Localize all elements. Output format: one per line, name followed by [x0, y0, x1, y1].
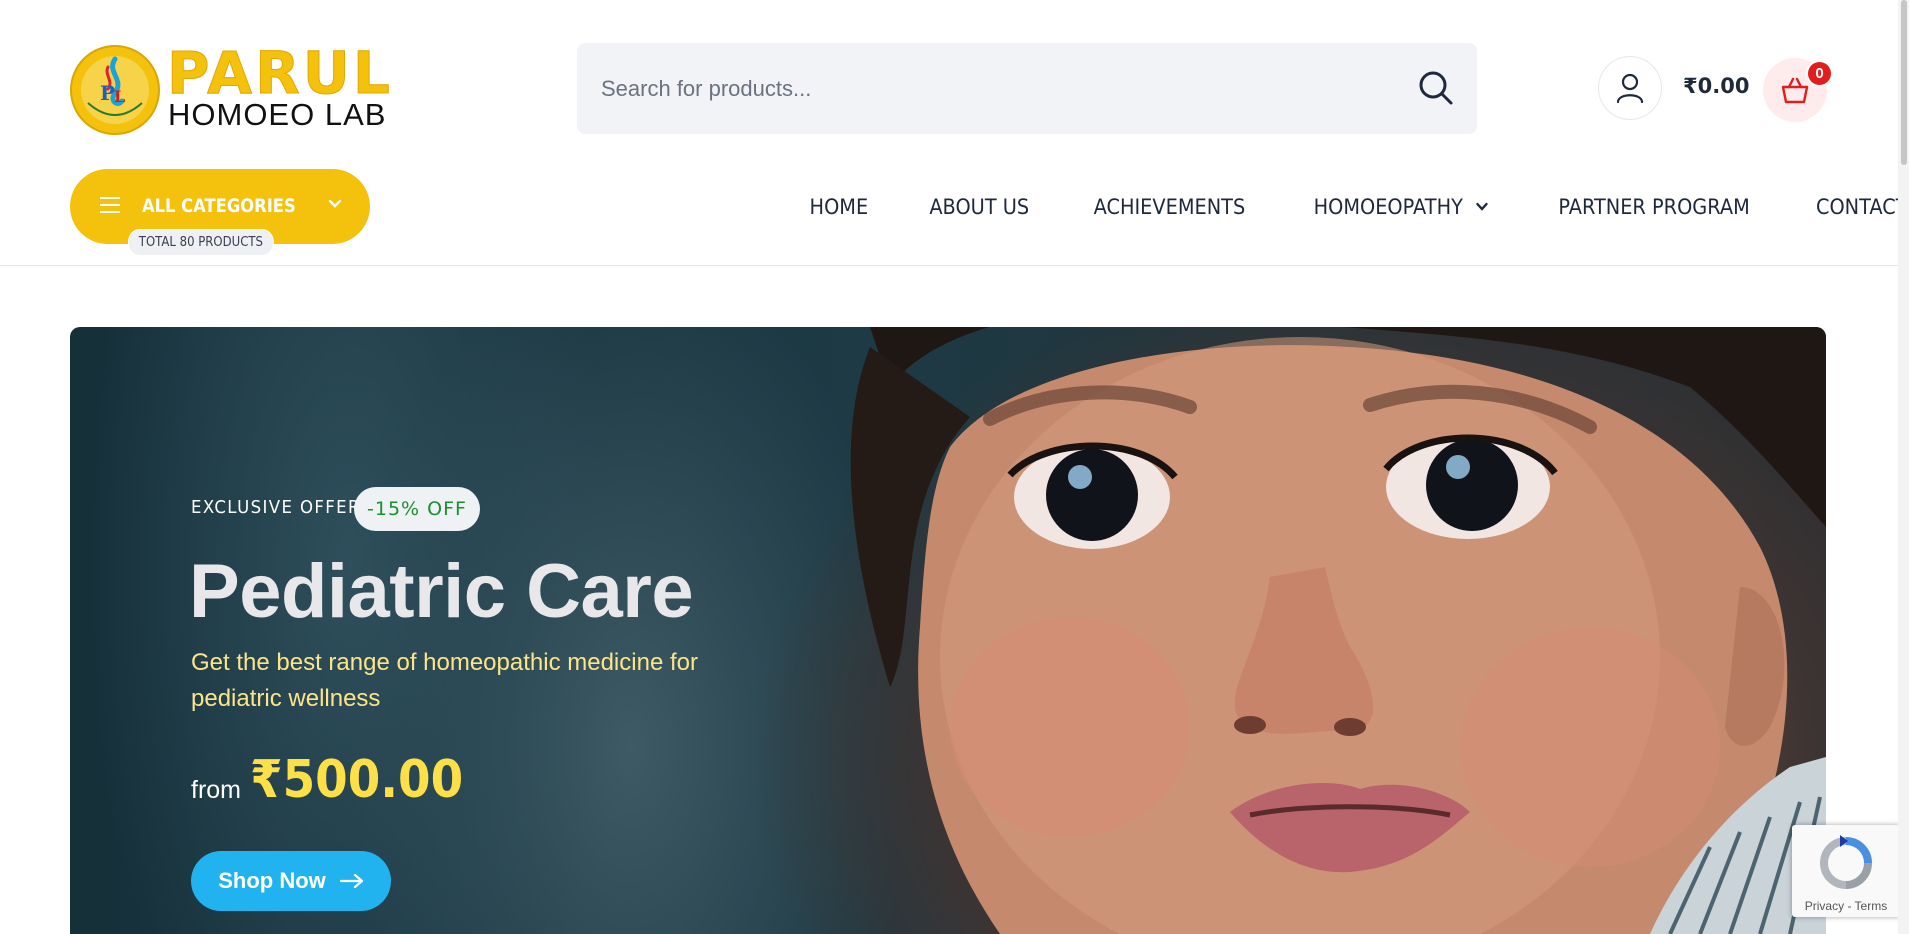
nav-homoeopathy[interactable]: HOMOEOPATHY	[1314, 195, 1489, 219]
scrollbar-thumb[interactable]	[1901, 0, 1907, 165]
shop-now-button[interactable]: Shop Now	[191, 851, 391, 911]
shop-now-label: Shop Now	[218, 868, 326, 893]
menu-icon	[100, 197, 120, 213]
hero-description: Get the best range of homeopathic medici…	[191, 649, 698, 712]
hero-title: Pediatric Care	[189, 549, 694, 634]
search-input[interactable]	[577, 43, 1397, 134]
logo-subtitle: HOMOEO LAB	[168, 97, 387, 132]
nav-achievements[interactable]: ACHIEVEMENTS	[1094, 195, 1246, 219]
nav-achievements-label: ACHIEVEMENTS	[1093, 195, 1246, 219]
product-search-bar	[577, 43, 1477, 134]
cart-count-badge: 0	[1806, 60, 1833, 87]
product-count-badge: TOTAL 80 PRODUCTS	[128, 229, 274, 256]
chevron-down-icon	[1476, 202, 1488, 211]
nav-home[interactable]: HOME	[810, 195, 869, 219]
svg-text:L: L	[114, 87, 125, 106]
nav-contact[interactable]: CONTACT	[1816, 195, 1908, 219]
search-icon[interactable]	[1417, 69, 1455, 107]
logo-wordmark: PARUL	[167, 39, 393, 107]
svg-text:P: P	[100, 81, 115, 105]
nav-contact-label: CONTACT	[1816, 195, 1909, 219]
all-categories-label: ALL CATEGORIES	[142, 195, 296, 217]
nav-partner-program[interactable]: PARTNER PROGRAM	[1559, 195, 1750, 219]
price-from-label: from	[191, 776, 241, 804]
offer-label: EXCLUSIVE OFFER	[191, 497, 361, 518]
discount-badge: -15% OFF	[354, 487, 480, 531]
arrow-right-icon	[339, 874, 363, 888]
shopping-basket-icon	[1781, 77, 1809, 104]
recaptcha-links[interactable]: Privacy - Terms	[1792, 899, 1900, 913]
main-navigation: HOME ABOUT US ACHIEVEMENTS HOMOEOPATHY P…	[780, 190, 1909, 224]
account-button[interactable]	[1598, 56, 1662, 120]
hero-price: ₹500.00	[250, 750, 464, 810]
header-divider	[0, 265, 1898, 266]
nav-about-us-label: ABOUT US	[929, 195, 1029, 219]
recaptcha-badge[interactable]: Privacy - Terms	[1792, 825, 1900, 917]
nav-about-us[interactable]: ABOUT US	[929, 195, 1029, 219]
nav-home-label: HOME	[809, 195, 869, 219]
site-logo[interactable]: P L PARUL HOMOEO LAB	[70, 42, 415, 136]
cart-total[interactable]: ₹0.00	[1683, 74, 1749, 98]
hero-child-photo	[850, 327, 1826, 934]
chevron-down-icon	[328, 199, 342, 208]
recaptcha-icon	[1819, 835, 1872, 889]
nav-partner-program-label: PARTNER PROGRAM	[1558, 195, 1751, 219]
logo-emblem-icon: P L	[70, 45, 160, 135]
nav-homoeopathy-label: HOMOEOPATHY	[1313, 195, 1463, 219]
user-icon	[1616, 73, 1644, 103]
